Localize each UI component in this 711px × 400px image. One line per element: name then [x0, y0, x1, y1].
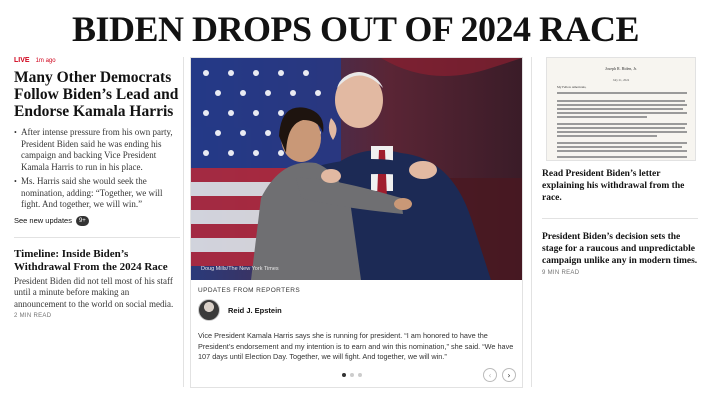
- divider: [542, 218, 698, 219]
- letter-text-line: [557, 131, 687, 133]
- reporter-name: Reid J. Epstein: [228, 305, 282, 315]
- live-updates-card: Doug Mills/The New York Times UPDATES FR…: [190, 57, 523, 388]
- photo-credit: Doug Mills/The New York Times: [201, 266, 279, 272]
- see-updates-label: See new updates: [14, 216, 72, 225]
- column-divider: [183, 57, 184, 387]
- letter-text-line: [557, 146, 682, 148]
- lead-story-bullets: After intense pressure from his own part…: [14, 127, 180, 211]
- timestamp: 1m ago: [35, 57, 56, 64]
- bullet-item[interactable]: After intense pressure from his own part…: [14, 127, 180, 173]
- photo-illustration: [191, 58, 522, 280]
- updates-section-label: UPDATES FROM REPORTERS: [198, 287, 301, 294]
- reporter-byline[interactable]: Reid J. Epstein: [198, 299, 282, 321]
- read-time: 9 MIN READ: [542, 270, 580, 276]
- update-text[interactable]: Vice President Kamala Harris says she is…: [198, 331, 516, 363]
- carousel-pagination: [342, 373, 362, 377]
- main-headline[interactable]: BIDEN DROPS OUT OF 2024 RACE: [0, 8, 711, 50]
- letter-text-line: [557, 112, 687, 114]
- chevron-right-icon: ›: [507, 370, 511, 380]
- letter-text-line: [557, 92, 687, 94]
- letter-letterhead: Joseph R. Biden, Jr.: [605, 66, 637, 71]
- chevron-left-icon: ‹: [488, 370, 492, 380]
- see-new-updates-link[interactable]: See new updates 9+: [14, 215, 180, 226]
- live-indicator: LIVE 1m ago: [14, 57, 180, 64]
- bullet-item[interactable]: Ms. Harris said she would seek the nomin…: [14, 176, 180, 211]
- lead-photo[interactable]: Doug Mills/The New York Times: [191, 58, 522, 280]
- letter-story-title[interactable]: Read President Biden’s letter explaining…: [542, 168, 698, 204]
- updates-count-badge: 9+: [75, 215, 89, 226]
- letter-date: July 21, 2024: [612, 78, 630, 82]
- analysis-story-title[interactable]: President Biden’s decision sets the stag…: [542, 231, 698, 267]
- right-column: Joseph R. Biden, Jr. July 21, 2024 My Fe…: [542, 57, 698, 276]
- column-divider: [531, 57, 532, 387]
- carousel-dot[interactable]: [350, 373, 354, 377]
- timeline-story-summary[interactable]: President Biden did not tell most of his…: [14, 276, 180, 311]
- letter-salutation: My Fellow Americans,: [557, 85, 587, 89]
- letter-text-line: [557, 123, 687, 125]
- carousel-prev-button[interactable]: ‹: [483, 368, 497, 382]
- letter-text-line: [557, 135, 657, 137]
- lead-story-title[interactable]: Many Other Democrats Follow Biden’s Lead…: [14, 69, 180, 120]
- letter-text-line: [557, 127, 685, 129]
- timeline-story-title[interactable]: Timeline: Inside Biden’s Withdrawal From…: [14, 248, 180, 274]
- letter-text-line: [557, 104, 687, 106]
- reporter-avatar: [198, 299, 220, 321]
- divider: [14, 236, 180, 238]
- read-time: 2 MIN READ: [14, 313, 52, 319]
- carousel-next-button[interactable]: ›: [502, 368, 516, 382]
- letter-text-line: [557, 142, 687, 144]
- letter-text-line: [557, 108, 683, 110]
- letter-image[interactable]: Joseph R. Biden, Jr. July 21, 2024 My Fe…: [546, 57, 696, 161]
- carousel-dot[interactable]: [342, 373, 346, 377]
- carousel-dot[interactable]: [358, 373, 362, 377]
- live-label: LIVE: [14, 57, 30, 64]
- letter-text-line: [557, 100, 685, 102]
- letter-text-line: [557, 156, 687, 158]
- letter-text-line: [557, 150, 687, 152]
- left-column: LIVE 1m ago Many Other Democrats Follow …: [14, 57, 180, 319]
- letter-text-line: [557, 116, 647, 118]
